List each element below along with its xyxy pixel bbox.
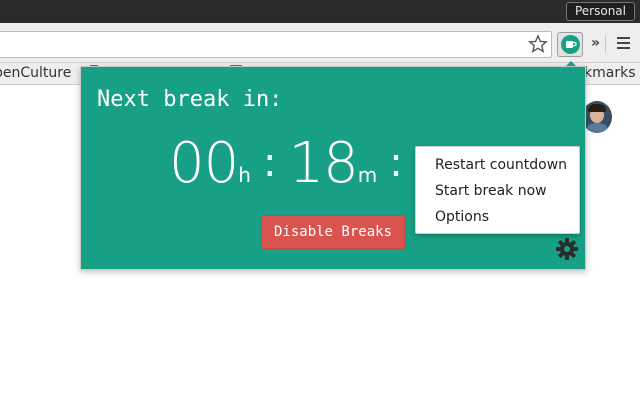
extensions-overflow-icon[interactable]: » [591, 35, 600, 51]
gear-icon[interactable] [555, 237, 579, 261]
break-extension-button[interactable] [557, 32, 583, 57]
browser-menu-icon[interactable] [617, 37, 630, 49]
browser-toolbar: » [0, 23, 640, 63]
hours-value: 00 [169, 131, 239, 196]
menu-item-start-break-now[interactable]: Start break now [435, 183, 547, 199]
minutes-value: 18 [288, 131, 358, 196]
popup-heading: Next break in: [97, 87, 283, 112]
disable-breaks-button[interactable]: Disable Breaks [261, 215, 405, 249]
menu-item-options[interactable]: Options [435, 209, 489, 225]
window-titlebar: Personal [0, 0, 640, 23]
bookmark-item[interactable]: penCulture [0, 65, 71, 81]
other-bookmarks[interactable]: kmarks [584, 65, 635, 81]
toolbar-divider [605, 35, 606, 53]
settings-context-menu: Restart countdown Start break now Option… [415, 146, 580, 234]
time-separator: : [389, 140, 403, 186]
avatar[interactable] [582, 101, 612, 133]
countdown-timer: 00h:18m: [169, 131, 415, 196]
menu-item-restart-countdown[interactable]: Restart countdown [435, 157, 567, 173]
bookmark-star-icon[interactable] [528, 34, 548, 54]
time-separator: : [262, 140, 277, 186]
profile-button[interactable]: Personal [565, 2, 635, 21]
address-bar[interactable] [0, 31, 552, 58]
coffee-cup-icon [561, 35, 580, 54]
hours-unit: h [238, 163, 251, 187]
minutes-unit: m [357, 163, 378, 187]
